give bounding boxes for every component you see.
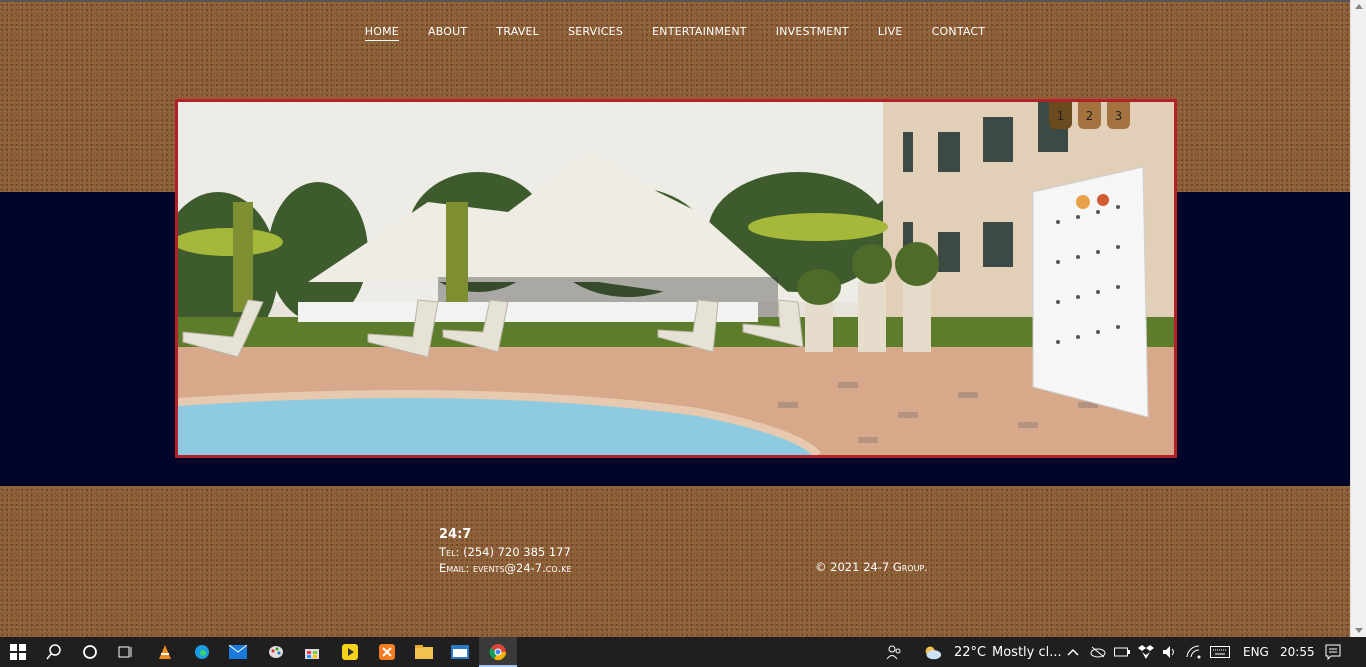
image-slider[interactable]: 1 2 3 — [175, 99, 1177, 458]
battery-icon[interactable] — [1112, 642, 1132, 662]
footer-brand: 24:7 — [439, 527, 472, 542]
slider-dot-3[interactable]: 3 — [1107, 102, 1130, 129]
scroll-up-icon[interactable] — [1355, 4, 1363, 9]
people-icon[interactable] — [884, 642, 904, 662]
scroll-thumb[interactable] — [1354, 14, 1363, 614]
chrome-icon[interactable] — [488, 642, 508, 662]
window-app-icon[interactable] — [450, 642, 470, 662]
cortana-icon[interactable] — [80, 642, 100, 662]
language-indicator[interactable]: ENG — [1243, 645, 1269, 659]
windows-start-icon[interactable] — [8, 642, 28, 662]
nav-services[interactable]: SERVICES — [568, 25, 623, 40]
vertical-scrollbar[interactable] — [1350, 0, 1366, 637]
task-view-icon[interactable] — [116, 642, 136, 662]
paint-icon[interactable] — [266, 642, 286, 662]
keyboard-icon[interactable] — [1210, 642, 1230, 662]
nav-travel[interactable]: TRAVEL — [496, 25, 539, 40]
slider-dot-2[interactable]: 2 — [1078, 102, 1101, 129]
xampp-icon[interactable] — [377, 642, 397, 662]
main-nav: HOME ABOUT TRAVEL SERVICES ENTERTAINMENT… — [0, 20, 1350, 41]
clock-time[interactable]: 20:55 — [1280, 645, 1315, 659]
vlc-icon[interactable] — [155, 642, 175, 662]
edge-browser-icon[interactable] — [192, 642, 212, 662]
mail-icon[interactable] — [228, 642, 248, 662]
wifi-icon[interactable] — [1184, 642, 1204, 662]
nav-home[interactable]: HOME — [364, 25, 399, 41]
media-player-icon[interactable] — [340, 642, 360, 662]
search-icon[interactable] — [44, 642, 64, 662]
nav-about[interactable]: ABOUT — [428, 25, 467, 40]
scroll-down-icon[interactable] — [1355, 628, 1363, 633]
slide-image — [178, 102, 1174, 455]
dropbox-icon[interactable] — [1136, 642, 1156, 662]
footer-email[interactable]: Email: events@24-7.co.ke — [439, 560, 572, 576]
store-icon[interactable] — [302, 642, 322, 662]
weather-text[interactable]: Mostly cl... — [992, 645, 1062, 660]
nav-entertainment[interactable]: ENTERTAINMENT — [652, 25, 747, 40]
chevron-up-icon[interactable] — [1063, 642, 1083, 662]
footer-contact: 24:7 Tel: (254) 720 385 177 Email: event… — [439, 527, 572, 576]
nav-investment[interactable]: INVESTMENT — [776, 25, 849, 40]
weather-temp[interactable]: 22°C — [954, 645, 986, 660]
footer-tel: Tel: (254) 720 385 177 — [439, 545, 571, 559]
volume-icon[interactable] — [1160, 642, 1180, 662]
windows-taskbar: 22°C Mostly cl... ENG 20:55 — [0, 637, 1366, 667]
web-page: HOME ABOUT TRAVEL SERVICES ENTERTAINMENT… — [0, 0, 1350, 637]
weather-cloud-icon[interactable] — [922, 642, 942, 662]
slider-dot-1[interactable]: 1 — [1049, 102, 1072, 129]
cloud-sync-icon[interactable] — [1088, 642, 1108, 662]
slider-pagination: 1 2 3 — [1049, 102, 1130, 129]
nav-live[interactable]: LIVE — [878, 25, 903, 40]
notification-icon[interactable] — [1323, 642, 1343, 662]
nav-contact[interactable]: CONTACT — [932, 25, 986, 40]
footer-copyright: © 2021 24-7 Group. — [815, 560, 928, 574]
file-explorer-icon[interactable] — [414, 642, 434, 662]
